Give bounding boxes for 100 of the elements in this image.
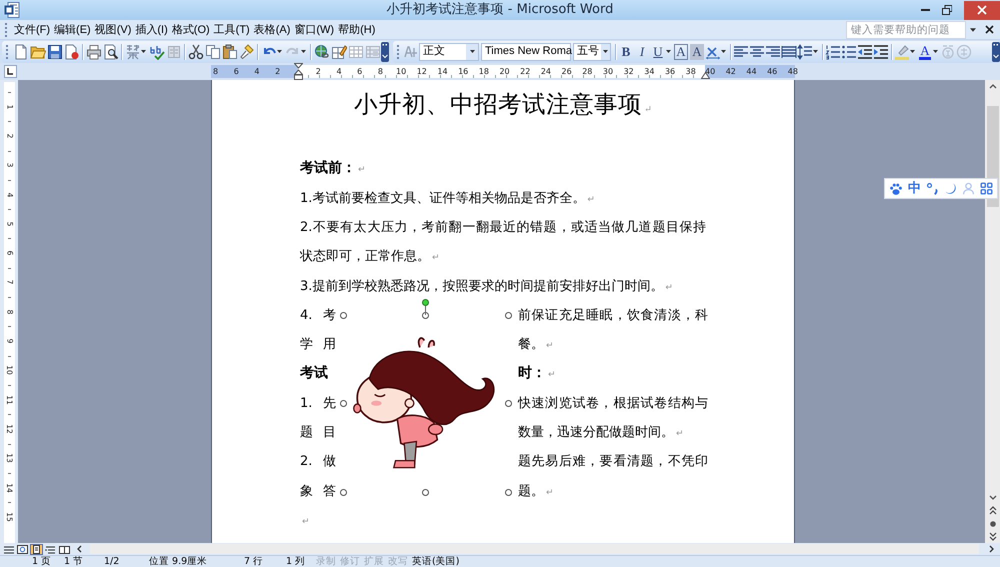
close-button[interactable] xyxy=(964,0,1000,20)
ruler-number: 6 xyxy=(356,66,364,78)
align-left-icon[interactable] xyxy=(733,44,749,60)
character-shading-button[interactable]: A xyxy=(690,44,704,60)
menu-item[interactable]: 文件(F) xyxy=(12,20,52,38)
document-app-icon[interactable] xyxy=(4,2,20,18)
ruler-number: 12 xyxy=(416,66,428,78)
menu-item[interactable]: 编辑(E) xyxy=(52,20,92,38)
caret-icon[interactable] xyxy=(603,50,608,53)
horizontal-scrollbar[interactable] xyxy=(90,544,979,554)
menu-item[interactable]: 工具(T) xyxy=(212,20,252,38)
resize-handle[interactable] xyxy=(422,312,429,319)
grip-icon[interactable] xyxy=(396,44,400,60)
resize-handle[interactable] xyxy=(504,312,512,319)
dot-icon xyxy=(988,520,996,528)
distributed-align-icon[interactable] xyxy=(781,44,797,60)
menu-item[interactable]: 插入(I) xyxy=(134,20,170,38)
toolbar-options-icon[interactable] xyxy=(381,42,389,62)
resize-handle[interactable] xyxy=(422,488,429,496)
view-button[interactable] xyxy=(2,544,15,554)
grid-icon[interactable] xyxy=(980,182,993,195)
numbered-list-icon[interactable] xyxy=(825,44,841,60)
caret-icon[interactable] xyxy=(910,50,915,53)
new-document-icon[interactable] xyxy=(12,44,28,60)
menu-item[interactable]: 视图(V) xyxy=(93,20,133,38)
style-dropdown[interactable]: 正文 xyxy=(419,42,479,60)
punctuation-icon[interactable] xyxy=(926,182,940,196)
grip-icon[interactable] xyxy=(4,22,8,38)
section-heading: 考试前： xyxy=(300,160,356,176)
rotate-handle[interactable] xyxy=(422,299,429,316)
ruler-number: 8 xyxy=(212,66,220,78)
save-icon[interactable] xyxy=(46,44,62,60)
caret-icon[interactable] xyxy=(666,50,671,53)
caret-icon[interactable] xyxy=(721,50,726,53)
document-dot-icon[interactable] xyxy=(64,44,80,60)
resize-handle[interactable] xyxy=(340,312,346,319)
pencil-table-icon[interactable] xyxy=(330,44,346,60)
caret-icon[interactable] xyxy=(933,50,938,53)
ruler-number: 28 xyxy=(581,66,594,78)
font-color-button[interactable]: A xyxy=(917,42,933,62)
close-icon[interactable] xyxy=(985,25,994,34)
caret-icon[interactable] xyxy=(470,50,474,53)
body-text: 前保证充足睡眠，饮食清淡，科 xyxy=(518,306,708,325)
caret-icon[interactable] xyxy=(813,50,818,53)
cursor-position: 位置 9.9厘米 xyxy=(148,556,208,567)
line-spacing-icon[interactable] xyxy=(797,44,813,60)
body-text: 象 答 xyxy=(300,482,336,501)
caret-icon[interactable] xyxy=(301,50,306,53)
toolbar-options-icon[interactable] xyxy=(992,42,1000,62)
menu-item[interactable]: 表格(A) xyxy=(252,20,292,38)
view-button[interactable] xyxy=(58,544,71,554)
menu-item[interactable]: 格式(O) xyxy=(170,20,212,38)
caret-icon[interactable] xyxy=(970,28,976,32)
view-button[interactable] xyxy=(44,544,57,554)
paintbrush-icon[interactable] xyxy=(238,44,254,60)
ruler-number: 44 xyxy=(746,66,758,78)
ruler-number: 26 xyxy=(560,66,573,78)
paw-icon[interactable] xyxy=(889,182,904,196)
indent-marker-icon[interactable] xyxy=(294,63,303,80)
resize-handle[interactable] xyxy=(504,488,512,496)
bold-button[interactable]: B xyxy=(618,42,634,62)
bulleted-list-icon[interactable] xyxy=(841,44,857,60)
resize-handle[interactable] xyxy=(340,400,346,408)
decrease-indent-icon[interactable] xyxy=(857,44,873,60)
align-right-icon[interactable] xyxy=(765,44,781,60)
resize-handle[interactable] xyxy=(504,400,512,408)
menu-item[interactable]: 窗口(W) xyxy=(292,20,336,38)
caret-icon[interactable] xyxy=(277,50,282,53)
view-button[interactable] xyxy=(30,544,43,554)
globe-link-icon[interactable] xyxy=(314,44,330,60)
color-bar-icon xyxy=(919,56,931,60)
print-icon[interactable] xyxy=(86,44,102,60)
character-border-button[interactable]: A xyxy=(674,44,688,60)
resize-handle[interactable] xyxy=(340,488,346,496)
ruler-number: 32 xyxy=(622,66,635,78)
underline-button[interactable]: U xyxy=(650,42,666,62)
print-preview-icon[interactable] xyxy=(102,44,118,60)
cut-icon[interactable] xyxy=(188,44,204,60)
paste-icon[interactable] xyxy=(222,44,238,60)
view-button[interactable] xyxy=(16,544,29,554)
moon-icon[interactable] xyxy=(944,182,958,195)
italic-button[interactable]: I xyxy=(634,42,650,62)
ruler-number: 14 xyxy=(436,66,449,78)
spell-check-icon[interactable] xyxy=(148,44,164,60)
menu-item[interactable]: 帮助(H) xyxy=(336,20,377,38)
grip-icon[interactable] xyxy=(5,44,9,60)
paragraph-mark: ↵ xyxy=(548,370,556,380)
copy-icon[interactable] xyxy=(204,44,220,60)
help-search-field[interactable]: 键入需要帮助的问题 xyxy=(846,20,966,38)
font-dropdown[interactable]: Times New Roma xyxy=(481,42,571,60)
section-indicator: 1 节 xyxy=(63,556,84,567)
paragraph-mark: ↵ xyxy=(665,282,673,293)
body-text: 题 目 xyxy=(300,424,336,442)
align-center-icon[interactable] xyxy=(749,44,765,60)
caret-icon[interactable] xyxy=(141,50,146,53)
tab-stop-icon[interactable] xyxy=(4,65,17,78)
increase-indent-icon[interactable] xyxy=(873,44,889,60)
font-size-dropdown[interactable]: 五号 xyxy=(573,42,611,60)
input-mode-button[interactable]: 中 xyxy=(908,180,921,196)
open-book-icon xyxy=(59,544,70,554)
